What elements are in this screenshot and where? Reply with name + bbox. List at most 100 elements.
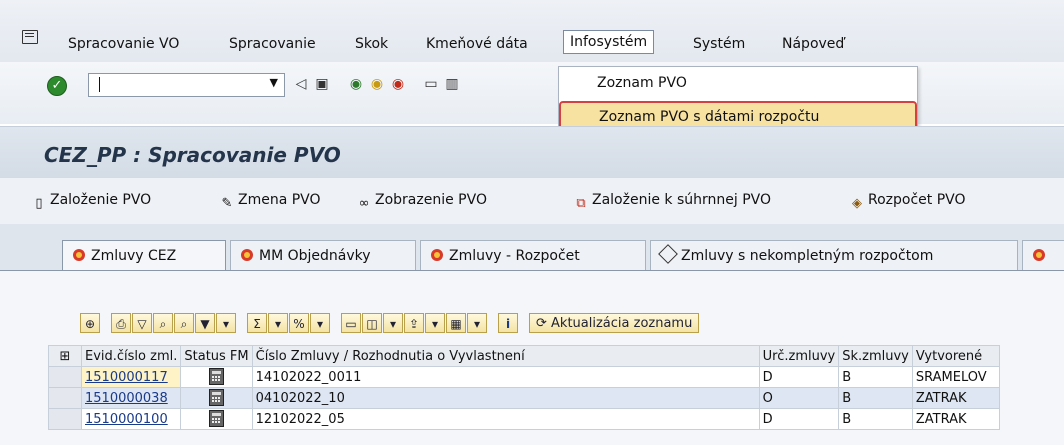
vytvorene-cell: SRAMELOV [911,366,1000,388]
vytvorene-cell: ZATRAK [911,408,1000,430]
column-header[interactable]: Číslo Zmluvy / Rozhodnutia o Vyvlastnení [251,345,760,367]
menu-spracovanie-vo[interactable]: Spracovanie VO [68,36,179,52]
button-label: Zobrazenie PVO [375,192,487,208]
sk-zmluvy-cell: B [838,387,913,409]
print-icon[interactable]: ▭ [341,313,361,333]
back-triangle-icon[interactable]: ◁ [292,75,310,93]
evid-cislo-link[interactable]: 1510000117 [80,366,182,388]
table-row[interactable]: 1510000100 12102022_05 D B ZATRAK [48,408,1000,430]
menu-spracovanie[interactable]: Spracovanie [229,36,316,52]
urc-zmluvy-cell: O [758,387,840,409]
dropdown-icon[interactable]: ▾ [425,313,445,333]
menu-system[interactable]: Systém [693,36,745,52]
zalozenie-pvo-button[interactable]: ▯ Založenie PVO [32,192,151,212]
tab-zmluvy-cez[interactable]: Zmluvy CEZ [62,240,226,270]
vytvorene-cell: ZATRAK [911,387,1000,409]
cislo-zmluvy-cell: 04102022_10 [251,387,760,409]
menu-kmenove-data[interactable]: Kmeňové dáta [426,36,528,52]
table-row[interactable]: 1510000038 04102022_10 O B ZATRAK [48,387,1000,409]
dropdown-icon[interactable]: ▾ [216,313,236,333]
text-caret [99,77,100,92]
evid-cislo-link[interactable]: 1510000100 [80,408,182,430]
evid-cislo-link[interactable]: 1510000038 [80,387,182,409]
content-panel: ⊕ ⎙ ▽ ⌕ ⌕ ▼ ▾ Σ ▾% ▾ ▭ ◫ ▾ ⇪ ▾ ▦ ▾ i ⟳ Aktualizácia zoznam… [0,270,1064,445]
pencil-icon: ✎ [221,196,233,211]
refresh-icon: ⟳ [536,316,552,331]
zalozenie-suhrnnej-pvo-button[interactable]: ⧉ Založenie k súhrnnej PVO [574,192,771,212]
row-selector[interactable] [48,408,82,430]
tab-zmluvy-rozpocet[interactable]: Zmluvy - Rozpočet [420,240,646,270]
find-icon[interactable]: ▥ [443,75,461,93]
find-icon[interactable]: ⌕ [153,313,173,333]
menu-icon[interactable] [22,30,38,44]
glasses-icon: ∞ [358,196,370,211]
zmena-pvo-button[interactable]: ✎ Zmena PVO [220,192,321,212]
application-toolbar: ▯ Založenie PVO ✎ Zmena PVO ∞ Zobrazenie PV… [0,178,1064,224]
print-icon[interactable]: ▭ [422,75,440,93]
calculator-icon [209,410,224,427]
dropdown-icon[interactable]: ▾ [268,313,288,333]
cislo-zmluvy-cell: 14102022_0011 [251,366,760,388]
sk-zmluvy-cell: B [838,366,913,388]
menu-napoved[interactable]: Nápoveď [782,36,844,52]
command-field[interactable]: ▼ [88,73,285,97]
row-selector[interactable] [48,387,82,409]
subtotal-icon[interactable]: % [289,313,309,333]
menu-item-zoznam-pvo[interactable]: Zoznam PVO [597,75,687,91]
button-label: Založenie PVO [50,192,152,208]
column-header[interactable]: Sk.zmluvy [838,345,913,367]
tab-label: MM Objednávky [259,248,371,264]
column-header[interactable]: Vytvorené [911,345,1000,367]
enter-check-icon[interactable]: ✓ [47,76,67,96]
info-icon[interactable]: i [498,313,518,333]
urc-zmluvy-cell: D [758,408,840,430]
status-red-icon [73,249,85,261]
aktualizacia-zoznamu-button[interactable]: ⟳ Aktualizácia zoznamu [529,313,700,333]
column-header[interactable]: Evid.číslo zml. [80,345,182,367]
sk-zmluvy-cell: B [838,408,913,430]
dropdown-icon[interactable]: ▾ [383,313,403,333]
rozpocet-pvo-button[interactable]: ◈ Rozpočet PVO [850,192,966,212]
status-fm-cell [180,387,253,409]
sum-icon[interactable]: Σ [247,313,267,333]
menu-infosystem[interactable]: Infosystém [563,30,655,54]
button-label: Zmena PVO [238,192,321,208]
tab-zmluvy-nekompletny-rozpocet[interactable]: Zmluvy s nekompletným rozpočtom [650,240,1018,270]
details-icon[interactable]: ⊕ [80,313,100,333]
tab-mm-objednavky[interactable]: MM Objednávky [230,240,416,270]
cislo-zmluvy-cell: 12102022_05 [251,408,760,430]
zobrazenie-pvo-button[interactable]: ∞ Zobrazenie PVO [357,192,487,212]
export-icon[interactable]: ⇪ [404,313,424,333]
row-selector[interactable] [48,366,82,388]
page-title: CEZ_PP : Spracovanie PVO [44,143,341,167]
tab-more[interactable] [1022,240,1064,270]
urc-zmluvy-cell: D [758,366,840,388]
status-red-icon [241,249,253,261]
set-filter-icon[interactable]: ▼ [195,313,215,333]
status-fm-cell [180,366,253,388]
dropdown-icon[interactable]: ▾ [467,313,487,333]
column-header[interactable]: Status FM [180,345,253,367]
back-icon[interactable]: ◉ [347,75,365,93]
table-row[interactable]: 1510000117 14102022_0011 D B SRAMELOV [48,366,1000,388]
print-preview-icon[interactable]: ⎙ [111,313,131,333]
cancel-icon[interactable]: ◉ [389,75,407,93]
dropdown-icon[interactable]: ▾ [310,313,330,333]
menu-skok[interactable]: Skok [355,36,388,52]
status-red-icon [1033,249,1045,261]
views-icon[interactable]: ◫ [362,313,382,333]
button-label: Rozpočet PVO [868,192,966,208]
table-corner[interactable]: ⊞ [48,345,82,367]
new-document-icon: ▯ [35,196,43,211]
calculator-icon [209,368,224,385]
column-header[interactable]: Urč.zmluvy [758,345,840,367]
tab-label: Zmluvy CEZ [91,248,177,264]
alv-toolbar: ⊕ ⎙ ▽ ⌕ ⌕ ▼ ▾ Σ ▾% ▾ ▭ ◫ ▾ ⇪ ▾ ▦ ▾ i ⟳ Aktualizácia zoznam… [80,313,700,337]
layout-icon[interactable]: ▦ [446,313,466,333]
find-next-icon[interactable]: ⌕ [174,313,194,333]
button-label: Založenie k súhrnnej PVO [592,192,772,208]
filter-icon[interactable]: ▽ [132,313,152,333]
exit-icon[interactable]: ◉ [368,75,386,93]
chevron-down-icon[interactable]: ▼ [270,76,278,89]
save-icon[interactable]: ▣ [313,75,331,93]
